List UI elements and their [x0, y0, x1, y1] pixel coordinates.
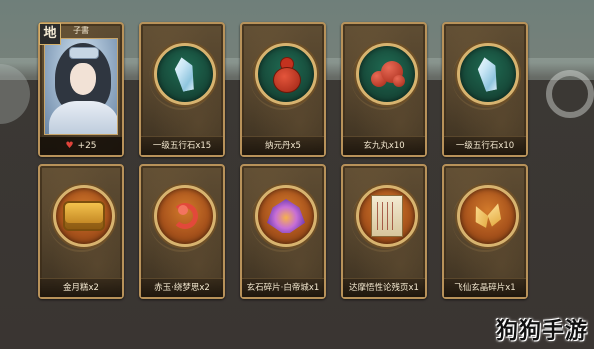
item-label: 飞仙玄晶碎片x1 [444, 278, 526, 297]
scroll-icon [371, 195, 403, 237]
item-label: 玄石碎片·白帝城x1 [242, 278, 324, 297]
pills-icon [367, 59, 407, 89]
reward-card[interactable]: 达摩悟性论残页x1 [341, 164, 427, 299]
item-label: 一级五行石x10 [444, 136, 526, 155]
item-medal [255, 185, 317, 247]
hero-affinity: ♥ +25 [40, 137, 122, 155]
reward-card[interactable]: 纳元丹x5 [240, 22, 326, 157]
crystal-icon [476, 56, 501, 93]
item-medal [457, 43, 519, 105]
item-label: 赤玉·绕梦思x2 [141, 278, 223, 297]
reward-card[interactable]: 玄九丸x10 [341, 22, 427, 157]
item-label: 一级五行石x15 [141, 136, 223, 155]
hero-card[interactable]: 子書 地 ♥ +25 [38, 22, 124, 157]
item-label: 纳元丹x5 [242, 136, 324, 155]
bird-icon [168, 199, 202, 233]
reward-card[interactable]: 一级五行石x10 [442, 22, 528, 157]
hero-tier-badge: 地 [39, 23, 61, 45]
hero-portrait [44, 38, 118, 135]
reward-card[interactable]: 赤玉·绕梦思x2 [139, 164, 225, 299]
shards-icon [468, 201, 508, 231]
item-medal [53, 185, 115, 247]
cloud-decoration-right [546, 70, 594, 118]
reward-card[interactable]: 一级五行石x15 [139, 22, 225, 157]
reward-card[interactable]: 玄石碎片·白帝城x1 [240, 164, 326, 299]
item-medal [356, 43, 418, 105]
watermark-logo: 狗狗手游 [495, 319, 588, 344]
item-label: 达摩悟性论残页x1 [343, 278, 425, 297]
reward-card[interactable]: 飞仙玄晶碎片x1 [442, 164, 528, 299]
phoenix-icon [267, 199, 305, 233]
reward-card[interactable]: 金月糕x2 [38, 164, 124, 299]
item-medal [154, 185, 216, 247]
gourd-icon [273, 57, 301, 93]
item-medal [154, 43, 216, 105]
ingot-icon [63, 201, 105, 231]
item-medal [255, 43, 317, 105]
hero-affinity-value: +25 [77, 141, 97, 151]
item-medal [457, 185, 519, 247]
item-medal [356, 185, 418, 247]
heart-icon: ♥ [65, 141, 74, 151]
item-label: 金月糕x2 [40, 278, 122, 297]
crystal-icon [173, 56, 198, 93]
item-label: 玄九丸x10 [343, 136, 425, 155]
